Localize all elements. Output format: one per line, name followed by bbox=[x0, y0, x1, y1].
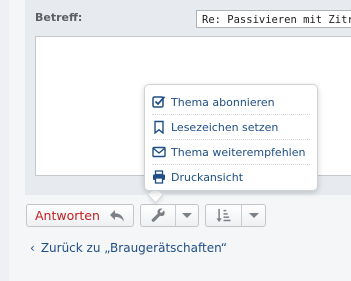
chevron-down-icon bbox=[248, 213, 259, 218]
back-to-forum-link[interactable]: ‹ Zurück zu „Braugerätschaften“ bbox=[30, 241, 227, 255]
subject-label: Betreff: bbox=[35, 11, 83, 24]
sort-button[interactable] bbox=[205, 204, 266, 227]
printer-icon bbox=[153, 170, 165, 184]
envelope-icon bbox=[152, 146, 166, 158]
back-link-label: Zurück zu „Braugerätschaften“ bbox=[40, 241, 228, 255]
tools-button-main[interactable] bbox=[141, 208, 175, 223]
menu-item-label: Lesezeichen setzen bbox=[171, 120, 279, 134]
chevron-down-icon bbox=[182, 213, 192, 218]
chevron-left-icon: ‹ bbox=[30, 241, 35, 255]
menu-item-label: Thema weiterempfehlen bbox=[171, 145, 306, 159]
wrench-icon bbox=[151, 208, 165, 222]
bookmark-icon bbox=[154, 120, 164, 134]
menu-item-print[interactable]: Druckansicht bbox=[152, 165, 310, 189]
sort-order-icon bbox=[216, 208, 231, 223]
menu-item-label: Thema abonnieren bbox=[171, 95, 275, 109]
menu-item-subscribe[interactable]: Thema abonnieren bbox=[152, 90, 310, 115]
menu-item-recommend[interactable]: Thema weiterempfehlen bbox=[152, 140, 310, 165]
checkbox-icon bbox=[152, 96, 166, 108]
tools-button[interactable] bbox=[140, 204, 199, 227]
tools-popover-menu: Thema abonnieren Lesezeichen setzen Them… bbox=[144, 84, 318, 191]
reply-button[interactable]: Antworten bbox=[26, 204, 134, 227]
tools-dropdown-toggle[interactable] bbox=[176, 213, 198, 218]
sort-button-main[interactable] bbox=[206, 208, 241, 223]
reply-button-label: Antworten bbox=[35, 208, 100, 223]
reply-arrow-icon bbox=[109, 209, 124, 222]
sort-dropdown-toggle[interactable] bbox=[242, 213, 265, 218]
page-gutter bbox=[0, 0, 9, 281]
menu-item-bookmark[interactable]: Lesezeichen setzen bbox=[152, 115, 310, 140]
menu-item-label: Druckansicht bbox=[171, 170, 244, 184]
subject-input[interactable]: Re: Passivieren mit Zitron bbox=[196, 10, 351, 28]
